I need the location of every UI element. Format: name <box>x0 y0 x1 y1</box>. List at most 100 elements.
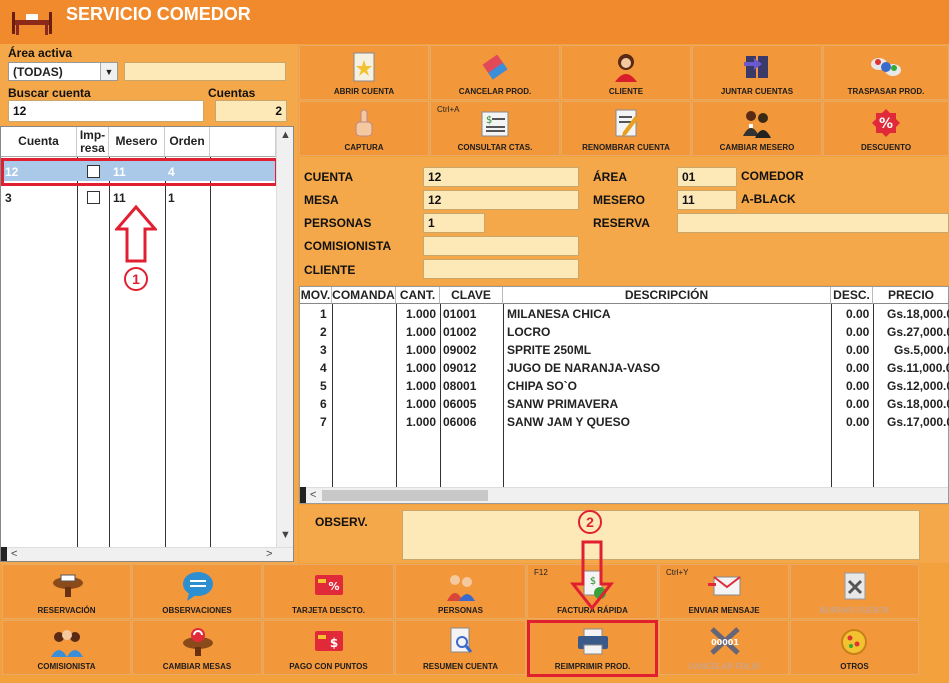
descuento-button[interactable]: % DESCUENTO <box>823 101 949 156</box>
col-cuenta[interactable]: Cuenta <box>1 127 77 157</box>
cliente-field[interactable] <box>423 259 579 279</box>
cuenta-field[interactable]: 12 <box>423 167 579 187</box>
mesa-field[interactable]: 12 <box>423 190 579 210</box>
resumen-cuenta-label: RESUMEN CUENTA <box>423 662 498 671</box>
mesero-code-field: 11 <box>677 190 737 210</box>
col-desc[interactable]: DESC. <box>831 287 873 304</box>
scroll-left-icon[interactable]: < <box>310 489 316 501</box>
table-row[interactable]: 1 1.000 01001 MILANESA CHICA 0.00 Gs.18,… <box>300 305 949 323</box>
svg-text:00001: 00001 <box>711 638 739 647</box>
cambiar-mesas-button[interactable]: CAMBIAR MESAS <box>132 620 262 675</box>
cancel-folio-icon: 00001 <box>710 627 740 655</box>
row-desc: MILANESA CHICA <box>507 307 611 321</box>
tarjeta-descto-button[interactable]: % TARJETA DESCTO. <box>263 564 394 619</box>
horizontal-scrollbar[interactable]: < > <box>1 547 293 561</box>
transfer-plates-icon <box>871 58 901 76</box>
annotation-2: 2 <box>578 510 602 534</box>
consultar-ctas-button[interactable]: Ctrl+A $ CONSULTAR CTAS. <box>430 101 560 156</box>
row-mov: 2 <box>320 325 327 339</box>
captura-button[interactable]: CAPTURA <box>299 101 429 156</box>
col-cant[interactable]: CANT. <box>396 287 440 304</box>
scroll-up-icon[interactable]: ▲ <box>280 129 291 141</box>
enviar-mensaje-label: ENVIAR MENSAJE <box>688 606 760 615</box>
comisionista-field[interactable] <box>423 236 579 256</box>
col-impresa[interactable]: Imp-resa <box>77 127 109 157</box>
row-discount: 0.00 <box>846 361 870 375</box>
juntar-cuentas-button[interactable]: JUNTAR CUENTAS <box>692 45 822 100</box>
abrir-cuenta-button[interactable]: ABRIR CUENTA <box>299 45 429 100</box>
row-desc: CHIPA SO`O <box>507 379 578 393</box>
reservacion-button[interactable]: RESERVACIÓN <box>2 564 131 619</box>
row-desc: JUGO DE NARANJA-VASO <box>507 361 661 375</box>
scroll-down-icon[interactable]: ▼ <box>280 529 291 541</box>
grid-divider <box>109 157 110 549</box>
col-comanda[interactable]: COMANDA <box>332 287 396 304</box>
search-input[interactable]: 12 <box>8 100 204 122</box>
resumen-cuenta-button[interactable]: RESUMEN CUENTA <box>395 620 526 675</box>
table-row[interactable]: 4 1.000 09012 JUGO DE NARANJA-VASO 0.00 … <box>300 359 949 377</box>
col-mesero[interactable]: Mesero <box>109 127 165 157</box>
svg-text:%: % <box>328 580 339 593</box>
count-field: 2 <box>215 100 287 122</box>
send-message-icon <box>708 576 741 596</box>
reserva-label: RESERVA <box>593 216 650 230</box>
enviar-mensaje-button[interactable]: Ctrl+Y ENVIAR MENSAJE <box>659 564 789 619</box>
traspasar-prod-button[interactable]: TRASPASAR PROD. <box>823 45 949 100</box>
area-code-field: 01 <box>677 167 737 187</box>
annotation-1: 1 <box>124 267 148 291</box>
scroll-thumb[interactable] <box>322 490 488 501</box>
observ-textarea[interactable] <box>402 510 920 560</box>
table-row[interactable]: 5 1.000 08001 CHIPA SO`O 0.00 Gs.12,000.… <box>300 377 949 395</box>
renombrar-cuenta-label: RENOMBRAR CUENTA <box>582 143 670 152</box>
col-mov[interactable]: MOV. <box>300 287 332 304</box>
col-descripcion[interactable]: DESCRIPCIÓN <box>503 287 831 304</box>
row-cant: 1.000 <box>406 379 437 393</box>
table-row[interactable]: 6 1.000 06005 SANW PRIMAVERA 0.00 Gs.18,… <box>300 395 949 413</box>
comisionista-button[interactable]: COMISIONISTA <box>2 620 131 675</box>
impresa-checkbox[interactable] <box>87 191 100 204</box>
people-icon <box>447 575 475 601</box>
row-mov: 4 <box>320 361 327 375</box>
borrar-cuenta-button[interactable]: BORRAR CUENTA <box>790 564 919 619</box>
reserva-field[interactable] <box>677 213 949 233</box>
scroll-thumb[interactable] <box>1 547 7 561</box>
chat-bubble-icon <box>183 572 213 601</box>
vertical-scrollbar[interactable]: ▲ ▼ <box>276 127 293 547</box>
personas-label: PERSONAS <box>438 606 483 615</box>
horizontal-scrollbar[interactable]: < <box>300 487 948 503</box>
scroll-left-icon[interactable]: < <box>11 548 17 560</box>
area-select[interactable]: (TODAS) ▼ <box>8 62 118 81</box>
pago-con-puntos-button[interactable]: $ PAGO CON PUNTOS <box>263 620 394 675</box>
col-precio[interactable]: PRECIO <box>873 287 949 304</box>
row-cant: 1.000 <box>406 415 437 429</box>
captura-label: CAPTURA <box>344 143 384 152</box>
col-clave[interactable]: CLAVE <box>440 287 503 304</box>
cliente-button[interactable]: CLIENTE <box>561 45 691 100</box>
otros-button[interactable]: OTROS <box>790 620 919 675</box>
chevron-down-icon[interactable]: ▼ <box>100 63 117 80</box>
cambiar-mesero-button[interactable]: CAMBIAR MESERO <box>692 101 822 156</box>
row-discount: 0.00 <box>846 343 870 357</box>
area-label: Área activa <box>8 46 73 60</box>
personas-button[interactable]: PERSONAS <box>395 564 526 619</box>
cliente-label: CLIENTE <box>608 87 644 96</box>
grid-divider <box>210 157 211 549</box>
hand-pointer-icon <box>355 109 373 137</box>
arrow-up-annotation-icon <box>115 205 157 263</box>
personas-field[interactable]: 1 <box>423 213 485 233</box>
highlight-box-row <box>1 158 278 186</box>
table-row[interactable]: 7 1.000 06006 SANW JAM Y QUESO 0.00 Gs.1… <box>300 413 949 431</box>
cancelar-prod-button[interactable]: CANCELAR PROD. <box>430 45 560 100</box>
renombrar-cuenta-button[interactable]: RENOMBRAR CUENTA <box>561 101 691 156</box>
merge-arrows-icon <box>744 56 768 78</box>
col-orden[interactable]: Orden <box>165 127 210 157</box>
abrir-cuenta-label: ABRIR CUENTA <box>333 87 395 96</box>
account-info: CUENTA 12 MESA 12 PERSONAS 1 COMISIONIST… <box>299 157 949 285</box>
observaciones-button[interactable]: OBSERVACIONES <box>132 564 262 619</box>
table-row[interactable]: 3 1.000 09002 SPRITE 250ML 0.00 Gs.5,000… <box>300 341 949 359</box>
area-name: COMEDOR <box>741 169 804 183</box>
title-bar: SERVICIO COMEDOR <box>0 0 949 44</box>
table-row[interactable]: 2 1.000 01002 LOCRO 0.00 Gs.27,000.0 <box>300 323 949 341</box>
scroll-right-icon[interactable]: > <box>266 548 272 560</box>
cancelar-folio-button[interactable]: 00001 CANCELAR FOLIO <box>659 620 789 675</box>
